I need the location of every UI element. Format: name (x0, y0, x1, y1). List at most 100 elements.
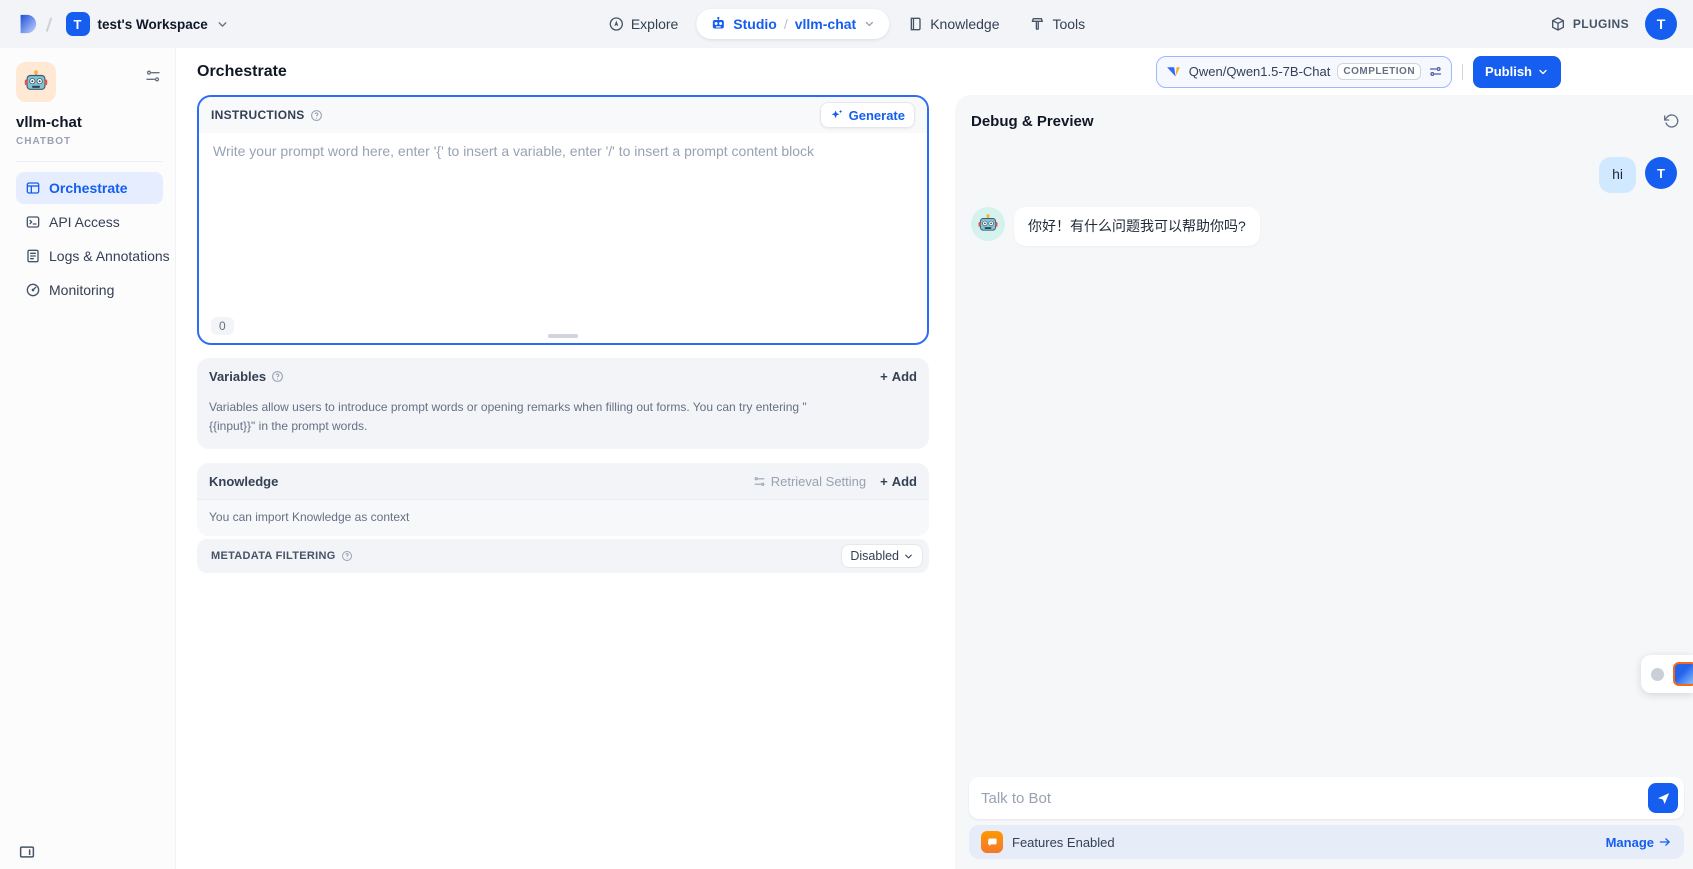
dify-logo[interactable] (16, 13, 38, 35)
nav-knowledge[interactable]: Knowledge (895, 9, 1011, 39)
workspace-name: test's Workspace (98, 17, 208, 32)
info-icon (310, 109, 323, 122)
add-knowledge-label: Add (892, 474, 917, 489)
chevron-down-icon (1537, 66, 1549, 78)
orchestrate-config-column: INSTRUCTIONS Generate Write your prompt … (176, 95, 929, 869)
feature-citation-icon (981, 831, 1003, 853)
app-name: vllm-chat (16, 114, 163, 131)
model-mode-badge: COMPLETION (1337, 63, 1421, 80)
plugins-button[interactable]: PLUGINS (1550, 16, 1629, 32)
chevron-down-icon (863, 18, 875, 30)
metadata-filtering-row: METADATA FILTERING Disabled (197, 539, 929, 573)
model-selector[interactable]: Qwen/Qwen1.5-7B-Chat COMPLETION (1156, 56, 1452, 88)
sidebar-item-logs-annotations[interactable]: Logs & Annotations (16, 240, 163, 272)
metadata-filtering-select[interactable]: Disabled (841, 544, 923, 568)
assistant-message-row: 你好！有什么问题我可以帮助你吗? (971, 207, 1677, 247)
add-variable-label: Add (892, 369, 917, 384)
app-window: T test's Workspace Explore (0, 0, 1693, 869)
nav-explore[interactable]: Explore (596, 9, 690, 39)
hammer-icon (1029, 16, 1045, 32)
nav-tools[interactable]: Tools (1017, 9, 1097, 39)
sidebar-item-label: Logs & Annotations (49, 248, 170, 264)
app-type-badge: CHATBOT (16, 136, 163, 147)
topbar-main-nav: Explore Studio / vllm-chat (596, 0, 1097, 48)
sidebar-item-monitoring[interactable]: Monitoring (16, 274, 163, 306)
breadcrumb-slash (46, 17, 52, 32)
orchestrate-icon (25, 180, 41, 196)
manage-label: Manage (1606, 835, 1654, 850)
floating-extension-widget[interactable] (1641, 655, 1693, 693)
char-count-badge: 0 (211, 317, 234, 335)
send-icon (1656, 791, 1671, 806)
debug-preview-panel: Debug & Preview hi T (955, 95, 1693, 869)
knowledge-description: You can import Knowledge as context (197, 499, 929, 536)
info-icon (271, 370, 284, 383)
publish-button[interactable]: Publish (1473, 56, 1561, 88)
assistant-message-bubble: 你好！有什么问题我可以帮助你吗? (1014, 207, 1260, 247)
chat-transcript: hi T (955, 133, 1693, 869)
sidebar-item-orchestrate[interactable]: Orchestrate (16, 172, 163, 204)
instructions-header: INSTRUCTIONS Generate (199, 97, 927, 133)
add-variable-button[interactable]: + Add (880, 369, 917, 384)
main-area: Orchestrate Qwen/Qwen1.5-7B-Chat COMPLET… (176, 48, 1693, 869)
metadata-filtering-value: Disabled (850, 549, 899, 563)
top-navigation-bar: T test's Workspace Explore (0, 0, 1693, 48)
chat-input-bar (969, 777, 1684, 819)
gauge-icon (25, 282, 41, 298)
app-settings-icon[interactable] (145, 68, 161, 84)
drag-dot-icon (1651, 668, 1664, 681)
sidebar-item-label: Monitoring (49, 282, 114, 298)
topbar-right: PLUGINS T (1550, 8, 1677, 40)
user-avatar[interactable]: T (1645, 8, 1677, 40)
app-avatar (16, 62, 56, 102)
logs-icon (25, 248, 41, 264)
studio-breadcrumb-slash: / (784, 16, 788, 32)
current-app-name: vllm-chat (795, 16, 856, 32)
chevron-down-icon (903, 551, 914, 562)
send-button[interactable] (1648, 783, 1678, 813)
variables-title-text: Variables (209, 369, 266, 384)
generate-button[interactable]: Generate (820, 102, 915, 128)
workspace-selector[interactable]: T test's Workspace (60, 8, 235, 40)
generate-label: Generate (849, 108, 905, 123)
features-label: Features Enabled (1012, 835, 1115, 850)
knowledge-header: Knowledge Retrieval Setting + Add (197, 463, 929, 499)
sparkle-icon (830, 108, 844, 122)
sidebar-item-api-access[interactable]: API Access (16, 206, 163, 238)
nav-explore-label: Explore (631, 16, 678, 32)
knowledge-card: Knowledge Retrieval Setting + Add (197, 463, 929, 536)
topbar-left: T test's Workspace (16, 8, 235, 40)
nav-studio-label: Studio (733, 16, 777, 32)
nav-studio-current[interactable]: Studio / vllm-chat (696, 9, 889, 39)
model-params-icon[interactable] (1428, 64, 1443, 79)
package-icon (1550, 16, 1566, 32)
user-message-row: hi T (971, 157, 1677, 193)
collapse-sidebar-icon[interactable] (18, 843, 36, 861)
publish-label: Publish (1485, 64, 1532, 79)
sidebar-nav: Orchestrate API Access Logs & Annotation… (16, 172, 163, 306)
plus-icon: + (880, 474, 888, 489)
chevron-down-icon (216, 18, 229, 31)
sidebar-divider (16, 161, 163, 162)
extension-logo-icon (1673, 662, 1693, 686)
plugins-label: PLUGINS (1573, 17, 1629, 31)
resize-handle[interactable] (548, 334, 578, 338)
instructions-footer: 0 (199, 309, 927, 343)
variables-header: Variables + Add (197, 358, 929, 394)
user-message-bubble: hi (1599, 157, 1636, 193)
prompt-editor[interactable]: Write your prompt word here, enter '{' t… (199, 133, 927, 309)
app-shell: vllm-chat CHATBOT Orchestrate API Access (0, 48, 1693, 869)
manage-features-link[interactable]: Manage (1606, 835, 1672, 850)
metadata-filtering-title: METADATA FILTERING (211, 550, 353, 562)
chat-input[interactable] (981, 790, 1640, 807)
page-title: Orchestrate (197, 63, 287, 81)
book-icon (907, 16, 923, 32)
main-header: Orchestrate Qwen/Qwen1.5-7B-Chat COMPLET… (176, 48, 1693, 95)
prompt-placeholder: Write your prompt word here, enter '{' t… (213, 143, 814, 159)
restart-conversation-icon[interactable] (1663, 113, 1679, 129)
add-knowledge-button[interactable]: + Add (880, 474, 917, 489)
plus-icon: + (880, 369, 888, 384)
retrieval-setting-button[interactable]: Retrieval Setting (753, 474, 866, 489)
variables-description: Variables allow users to introduce promp… (197, 394, 829, 449)
features-bar: Features Enabled Manage (969, 825, 1684, 859)
